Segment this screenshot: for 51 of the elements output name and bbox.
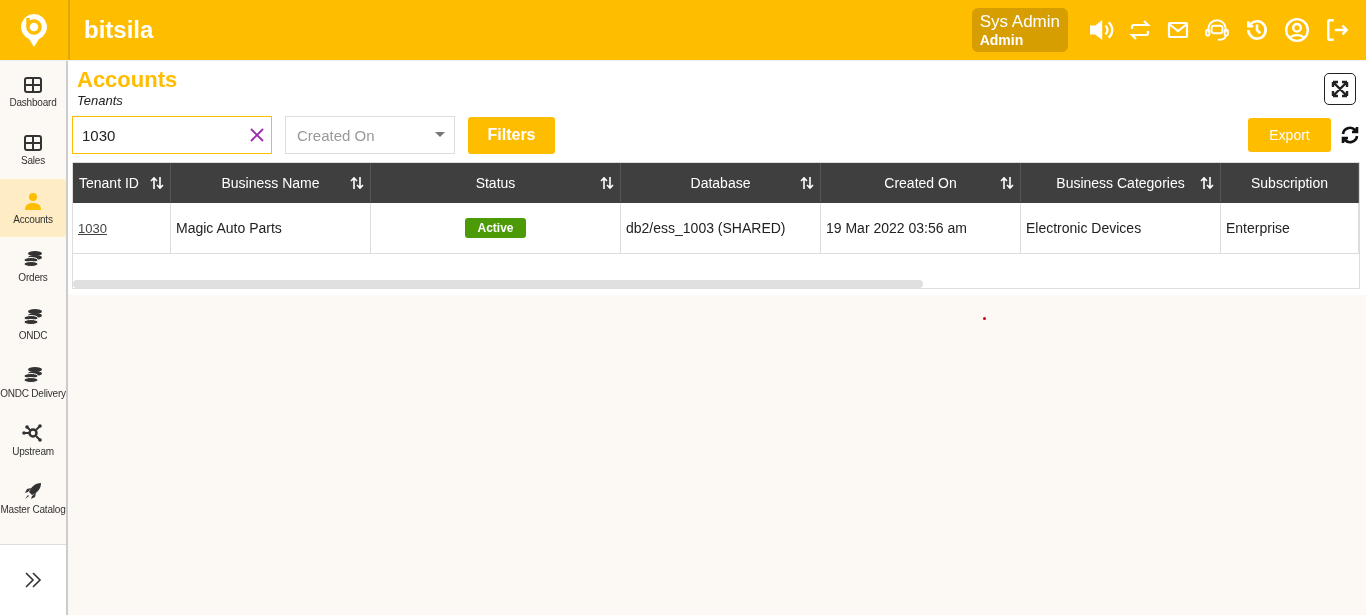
status-badge: Active [465,218,526,238]
logo-icon [19,12,49,48]
double-chevron-icon[interactable] [23,570,43,590]
sort-icon[interactable] [600,176,614,190]
sort-icon[interactable] [1200,176,1214,190]
expand-arrows-icon [1331,80,1349,98]
fullscreen-button[interactable] [1324,73,1356,105]
coins-icon [23,249,43,268]
brand-name: bitsila [84,16,154,44]
person-icon [24,191,42,210]
sidebar-item[interactable]: Upstream [0,411,66,469]
table-cell: Magic Auto Parts [176,220,282,236]
grid-icon [24,134,42,151]
table-cell: db2/ess_1003 (SHARED) [626,220,786,236]
table-cell: 19 Mar 2022 03:56 am [826,220,967,236]
clear-icon[interactable] [250,128,264,142]
marker-dot [983,317,986,320]
column-header: Status [475,175,516,191]
column-header: Subscription [1250,175,1328,191]
column-header: Tenant ID [79,175,139,191]
rocket-icon [24,481,42,500]
search-field[interactable]: 1030 [72,116,272,154]
sidebar-item[interactable]: Sales [0,121,66,179]
sidebar-item[interactable]: Accounts [0,179,66,237]
sidebar-item[interactable]: Master Catalog [0,469,66,527]
page-title: Accounts [77,67,178,93]
grid-icon [24,76,42,93]
user-name: Sys Admin [979,12,1060,32]
coins-icon [23,365,43,384]
sort-icon[interactable] [350,176,364,190]
table-cell: Enterprise [1226,220,1290,236]
network-icon [22,423,44,442]
tenant-id-link[interactable]: 1030 [78,220,107,236]
sort-icon[interactable] [150,176,164,190]
column-header: Business Categories [1056,175,1185,191]
column-header: Database [690,175,751,191]
sidebar-item[interactable]: ONDC [0,295,66,353]
refresh-icon[interactable] [1340,125,1360,145]
column-header: Created On [884,175,957,191]
table-cell: Electronic Devices [1026,220,1142,236]
column-header: Business Name [221,175,320,191]
sidebar-item[interactable]: Dashboard [0,63,66,121]
caret-icon [435,132,445,138]
sidebar-item[interactable]: Orders [0,237,66,295]
sort-icon[interactable] [1000,176,1014,190]
user-role: Admin [979,32,1025,48]
page-subtitle: Tenants [77,93,124,108]
sidebar-item[interactable]: ONDC Delivery [0,353,66,411]
date-filter-dropdown[interactable]: Created On [285,116,455,154]
coins-icon [23,307,43,326]
sort-icon[interactable] [800,176,814,190]
